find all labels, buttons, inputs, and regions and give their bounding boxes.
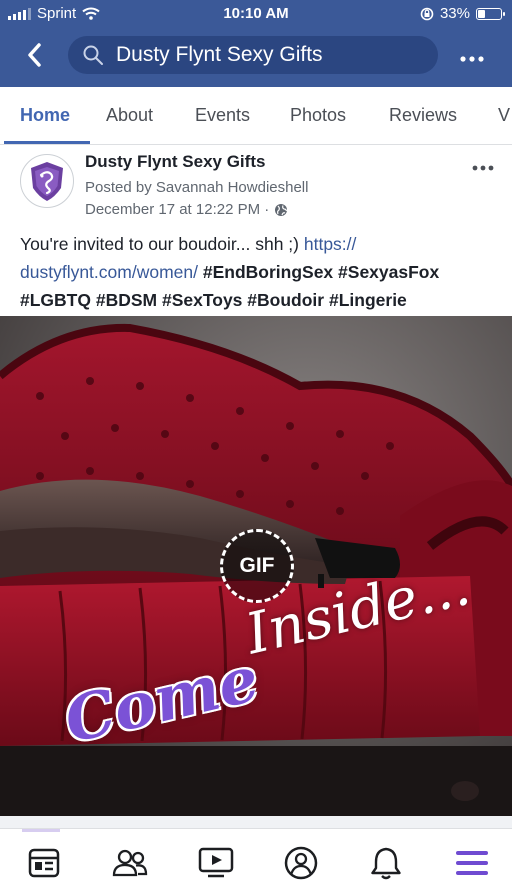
search-text: Dusty Flynt Sexy Gifts <box>116 43 323 66</box>
nav-notifications[interactable] <box>366 843 406 883</box>
more-dots-icon <box>460 56 484 62</box>
post-caption: You're invited to our boudoir... shh ;) <box>20 234 304 254</box>
hashtag[interactable]: #SexToys <box>162 290 242 310</box>
nav-profile[interactable] <box>281 843 321 883</box>
tab-about[interactable]: About <box>106 105 153 126</box>
news-feed-icon <box>28 848 60 878</box>
tab-home[interactable]: Home <box>20 105 70 126</box>
screen-rotation-lock-icon <box>420 7 434 20</box>
search-bar[interactable]: Dusty Flynt Sexy Gifts <box>68 36 438 74</box>
nav-watch[interactable] <box>196 843 236 883</box>
tab-photos[interactable]: Photos <box>290 105 346 126</box>
notifications-bell-icon <box>371 847 401 880</box>
search-icon <box>83 45 103 65</box>
gif-play-button[interactable]: GIF <box>220 529 294 603</box>
fox-shield-logo <box>31 162 63 201</box>
more-options-button[interactable] <box>460 46 484 64</box>
hashtag[interactable]: #LGBTQ <box>20 290 91 310</box>
active-nav-indicator <box>22 829 60 832</box>
post-gif-media[interactable]: Inside... Come GIF <box>0 316 512 816</box>
menu-icon <box>456 851 488 875</box>
more-dots-icon <box>472 165 494 171</box>
active-tab-indicator <box>4 141 90 144</box>
post-options-button[interactable] <box>472 154 494 177</box>
tab-reviews[interactable]: Reviews <box>389 105 457 126</box>
tab-videos[interactable]: V <box>498 105 510 126</box>
signal-bars-icon <box>8 7 31 20</box>
battery-percent: 33% <box>439 5 470 22</box>
nav-friends[interactable] <box>110 843 150 883</box>
post-text: You're invited to our boudoir... shh ;) … <box>20 230 498 314</box>
watch-video-icon <box>198 847 234 878</box>
hashtag[interactable]: #EndBoringSex <box>203 262 333 282</box>
posted-by: Posted by Savannah Howdieshell <box>85 179 309 196</box>
post-header: Dusty Flynt Sexy Gifts Posted by Savanna… <box>0 145 512 225</box>
bottom-navigation <box>0 828 512 896</box>
profile-icon <box>284 846 318 880</box>
status-bar: Sprint 10:10 AM 33% <box>0 0 512 28</box>
nav-menu[interactable] <box>452 843 492 883</box>
nav-news-feed[interactable] <box>24 843 64 883</box>
page-avatar[interactable] <box>20 154 74 208</box>
carrier-name: Sprint <box>37 5 77 22</box>
post-date-text: December 17 at 12:22 PM · <box>85 201 270 218</box>
back-chevron-icon <box>28 43 41 67</box>
wifi-icon <box>82 7 100 20</box>
hashtag[interactable]: #Boudoir <box>247 290 324 310</box>
page-tabs: Home About Events Photos Reviews V <box>0 87 512 145</box>
page-name[interactable]: Dusty Flynt Sexy Gifts <box>85 152 265 172</box>
post-date[interactable]: December 17 at 12:22 PM · <box>85 201 288 218</box>
battery-icon <box>476 7 505 20</box>
top-bar: Sprint 10:10 AM 33% Dusty Flynt Sexy Gif… <box>0 0 512 87</box>
battery-level-fill <box>478 9 485 18</box>
globe-icon <box>275 203 288 216</box>
back-button[interactable] <box>22 40 48 70</box>
hashtag[interactable]: #SexyasFox <box>338 262 439 282</box>
hashtag[interactable]: #BDSM <box>96 290 157 310</box>
tab-events[interactable]: Events <box>195 105 250 126</box>
friends-icon <box>112 849 148 877</box>
hashtag[interactable]: #Lingerie <box>329 290 407 310</box>
feed-divider <box>0 816 512 828</box>
